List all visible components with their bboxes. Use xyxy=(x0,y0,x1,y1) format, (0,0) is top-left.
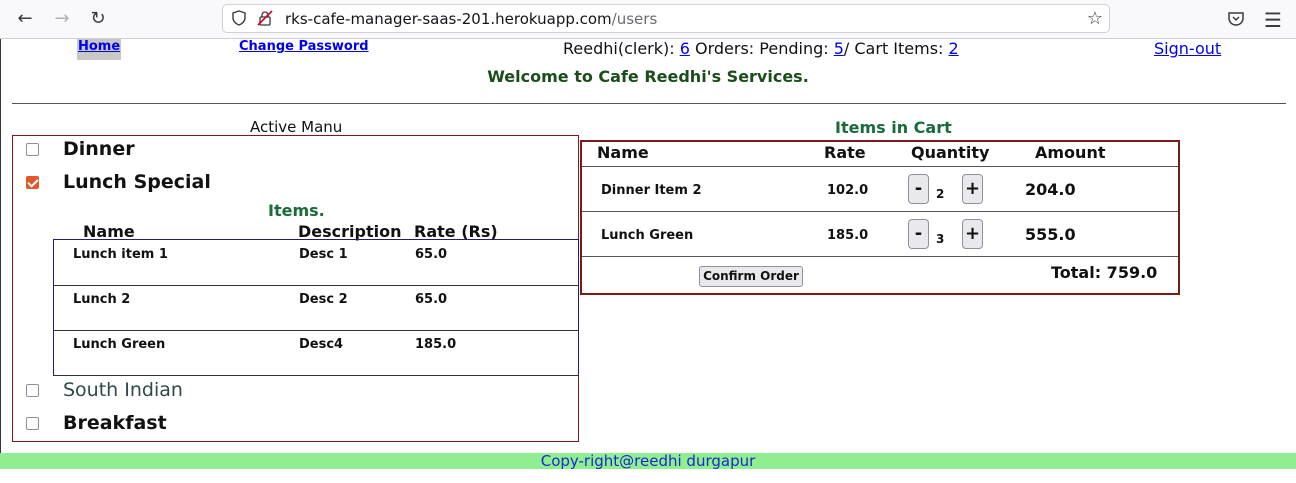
confirm-order-button[interactable]: Confirm Order xyxy=(699,266,803,287)
category-checkbox[interactable] xyxy=(26,416,39,430)
back-icon[interactable]: ← xyxy=(14,8,36,30)
category-lunch-special: Lunch Special xyxy=(26,169,211,195)
cart-divider xyxy=(582,166,1178,167)
category-checkbox[interactable] xyxy=(26,175,39,189)
category-label: South Indian xyxy=(63,379,183,401)
cart-divider xyxy=(582,211,1178,212)
table-row: Lunch Green Desc4 185.0 xyxy=(54,330,578,376)
item-name: Lunch 2 xyxy=(73,292,131,307)
welcome-heading: Welcome to Cafe Reedhi's Services. xyxy=(487,67,809,86)
category-south-indian: South Indian xyxy=(26,377,183,403)
category-breakfast: Breakfast xyxy=(26,410,167,436)
cart-label: / Cart Items: xyxy=(843,39,949,58)
item-name: Lunch item 1 xyxy=(73,247,168,262)
decrease-qty-button[interactable]: - xyxy=(908,174,929,204)
item-description: Desc 1 xyxy=(299,247,348,262)
url-path: /users xyxy=(611,10,658,28)
cart-divider xyxy=(582,256,1178,257)
pocket-icon[interactable] xyxy=(1227,10,1245,28)
star-icon[interactable]: ☆ xyxy=(1087,8,1103,29)
cart-item-qty: 2 xyxy=(936,187,945,201)
category-dinner: Dinner xyxy=(26,136,135,162)
category-checkbox[interactable] xyxy=(26,383,39,397)
cart-col-amount: Amount xyxy=(1035,143,1106,162)
cart-item-name: Dinner Item 2 xyxy=(601,183,702,198)
item-rate: 65.0 xyxy=(415,247,448,262)
item-description: Desc 2 xyxy=(299,292,348,307)
sign-out-link[interactable]: Sign-out xyxy=(1154,39,1221,58)
category-label: Breakfast xyxy=(63,412,167,434)
reload-icon[interactable]: ↻ xyxy=(87,8,109,30)
item-rate: 65.0 xyxy=(415,292,448,307)
user-label: Reedhi(clerk): xyxy=(563,39,680,58)
orders-label: Orders: Pending: xyxy=(689,39,834,58)
url-text: rks-cafe-manager-saas-201.herokuapp.com/… xyxy=(285,10,657,28)
table-row: Lunch 2 Desc 2 65.0 xyxy=(54,285,578,331)
cart-count-link[interactable]: 2 xyxy=(949,39,959,58)
browser-toolbar: ← → ↻ rks-cafe-manager-saas-201.herokuap… xyxy=(0,0,1296,39)
category-label: Lunch Special xyxy=(63,171,211,193)
increase-qty-button[interactable]: + xyxy=(962,219,983,249)
divider xyxy=(12,103,1286,104)
cart-col-rate: Rate xyxy=(824,143,866,162)
cart-item-rate: 102.0 xyxy=(827,183,869,198)
cart-col-name: Name xyxy=(597,143,649,162)
items-heading: Items. xyxy=(268,201,325,220)
item-rate: 185.0 xyxy=(415,337,457,352)
shield-icon[interactable] xyxy=(231,10,247,26)
cart-item-rate: 185.0 xyxy=(827,228,869,243)
category-checkbox[interactable] xyxy=(26,142,39,156)
change-password-link[interactable]: Change Password xyxy=(239,39,369,54)
menu-panel: Dinner Lunch Special Items. Name Descrip… xyxy=(12,135,579,442)
category-label: Dinner xyxy=(63,138,135,160)
cart-col-quantity: Quantity xyxy=(911,143,990,162)
increase-qty-button[interactable]: + xyxy=(962,174,983,204)
cart-item-amount: 555.0 xyxy=(1025,225,1076,244)
cart-item-amount: 204.0 xyxy=(1025,180,1076,199)
home-link[interactable]: Home xyxy=(77,39,122,60)
page-left-border xyxy=(0,39,1,459)
pending-count-link[interactable]: 5 xyxy=(834,39,844,58)
forward-icon[interactable]: → xyxy=(51,8,73,30)
insecure-lock-icon[interactable] xyxy=(257,10,273,26)
footer: Copy-right@reedhi durgapur xyxy=(0,453,1296,469)
page-content: Home Change Password Reedhi(clerk): 6 Or… xyxy=(0,39,1296,483)
cart-total: Total: 759.0 xyxy=(1051,263,1158,282)
address-bar[interactable]: rks-cafe-manager-saas-201.herokuapp.com/… xyxy=(222,4,1110,33)
hamburger-menu-icon[interactable]: ☰ xyxy=(1264,8,1282,32)
menu-title: Active Manu xyxy=(250,118,343,136)
cart-item-name: Lunch Green xyxy=(601,228,694,243)
table-row: Lunch item 1 Desc 1 65.0 xyxy=(54,240,578,286)
item-description: Desc4 xyxy=(299,337,344,352)
user-status: Reedhi(clerk): 6 Orders: Pending: 5/ Car… xyxy=(563,39,959,58)
items-table: Lunch item 1 Desc 1 65.0 Lunch 2 Desc 2 … xyxy=(53,239,579,376)
cart-panel: Name Rate Quantity Amount Dinner Item 2 … xyxy=(580,140,1180,295)
cart-item-qty: 3 xyxy=(936,232,945,246)
cart-title: Items in Cart xyxy=(835,118,952,137)
url-domain: rks-cafe-manager-saas-201.herokuapp.com xyxy=(285,10,612,28)
user-count-link[interactable]: 6 xyxy=(680,39,690,58)
item-name: Lunch Green xyxy=(73,337,166,352)
decrease-qty-button[interactable]: - xyxy=(908,219,929,249)
